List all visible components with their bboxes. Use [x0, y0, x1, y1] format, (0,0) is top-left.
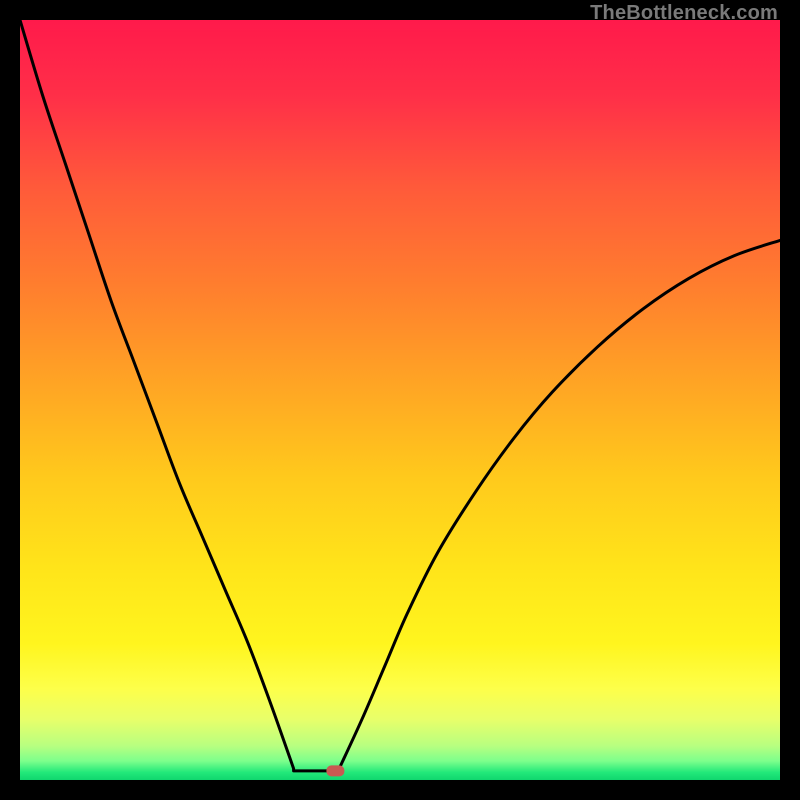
gradient-background: [20, 20, 780, 780]
chart-frame: [20, 20, 780, 780]
bottleneck-chart: [20, 20, 780, 780]
optimal-point-marker: [326, 765, 344, 776]
watermark-text: TheBottleneck.com: [590, 2, 778, 25]
